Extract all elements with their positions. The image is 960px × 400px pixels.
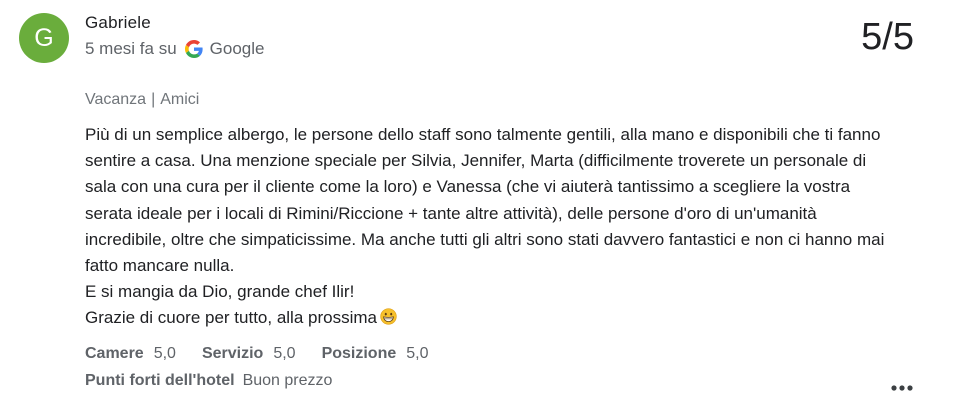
avatar-letter: G	[34, 23, 54, 52]
rating-service: Servizio 5,0	[202, 345, 296, 363]
review-paragraph: Più di un semplice albergo, le persone d…	[85, 125, 885, 276]
rating-value: 5,0	[153, 345, 176, 362]
more-options-button[interactable]	[884, 376, 920, 400]
trip-type-tag: Vacanza	[85, 91, 147, 108]
review-meta: 5 mesi fa su Google	[85, 39, 264, 59]
rating-label: Posizione	[321, 345, 397, 362]
google-g-icon	[184, 40, 203, 58]
aspect-ratings: Camere 5,0 Servizio 5,0 Posizione 5,0	[85, 345, 455, 363]
review-text: Più di un semplice albergo, le persone d…	[85, 122, 885, 332]
review-paragraph-closing: Grazie di cuore per tutto, alla prossima	[85, 305, 885, 331]
companion-tag: Amici	[160, 91, 200, 108]
review-time: 5 mesi fa su	[85, 39, 177, 58]
highlights-value: Buon prezzo	[242, 372, 333, 389]
trip-tags: Vacanza | Amici	[85, 91, 199, 109]
review-score: 5/5	[861, 16, 914, 58]
review-paragraph: Grazie di cuore per tutto, alla prossima	[85, 308, 377, 328]
more-horiz-icon	[891, 385, 913, 391]
review-paragraph: E si mangia da Dio, grande chef Ilir!	[85, 282, 355, 302]
avatar[interactable]: G	[19, 13, 69, 63]
grinning-face-emoji-icon	[380, 308, 397, 326]
tag-separator: |	[151, 91, 156, 108]
rating-label: Servizio	[201, 345, 264, 362]
rating-rooms: Camere 5,0	[85, 345, 176, 363]
review-source: Google	[209, 39, 265, 58]
rating-value: 5,0	[273, 345, 296, 362]
rating-label: Camere	[85, 345, 144, 362]
reviewer-name[interactable]: Gabriele	[85, 13, 151, 33]
hotel-highlights: Punti forti dell'hotel Buon prezzo	[85, 372, 332, 390]
rating-value: 5,0	[406, 345, 429, 362]
rating-location: Posizione 5,0	[322, 345, 429, 363]
highlights-label: Punti forti dell'hotel	[85, 372, 235, 389]
